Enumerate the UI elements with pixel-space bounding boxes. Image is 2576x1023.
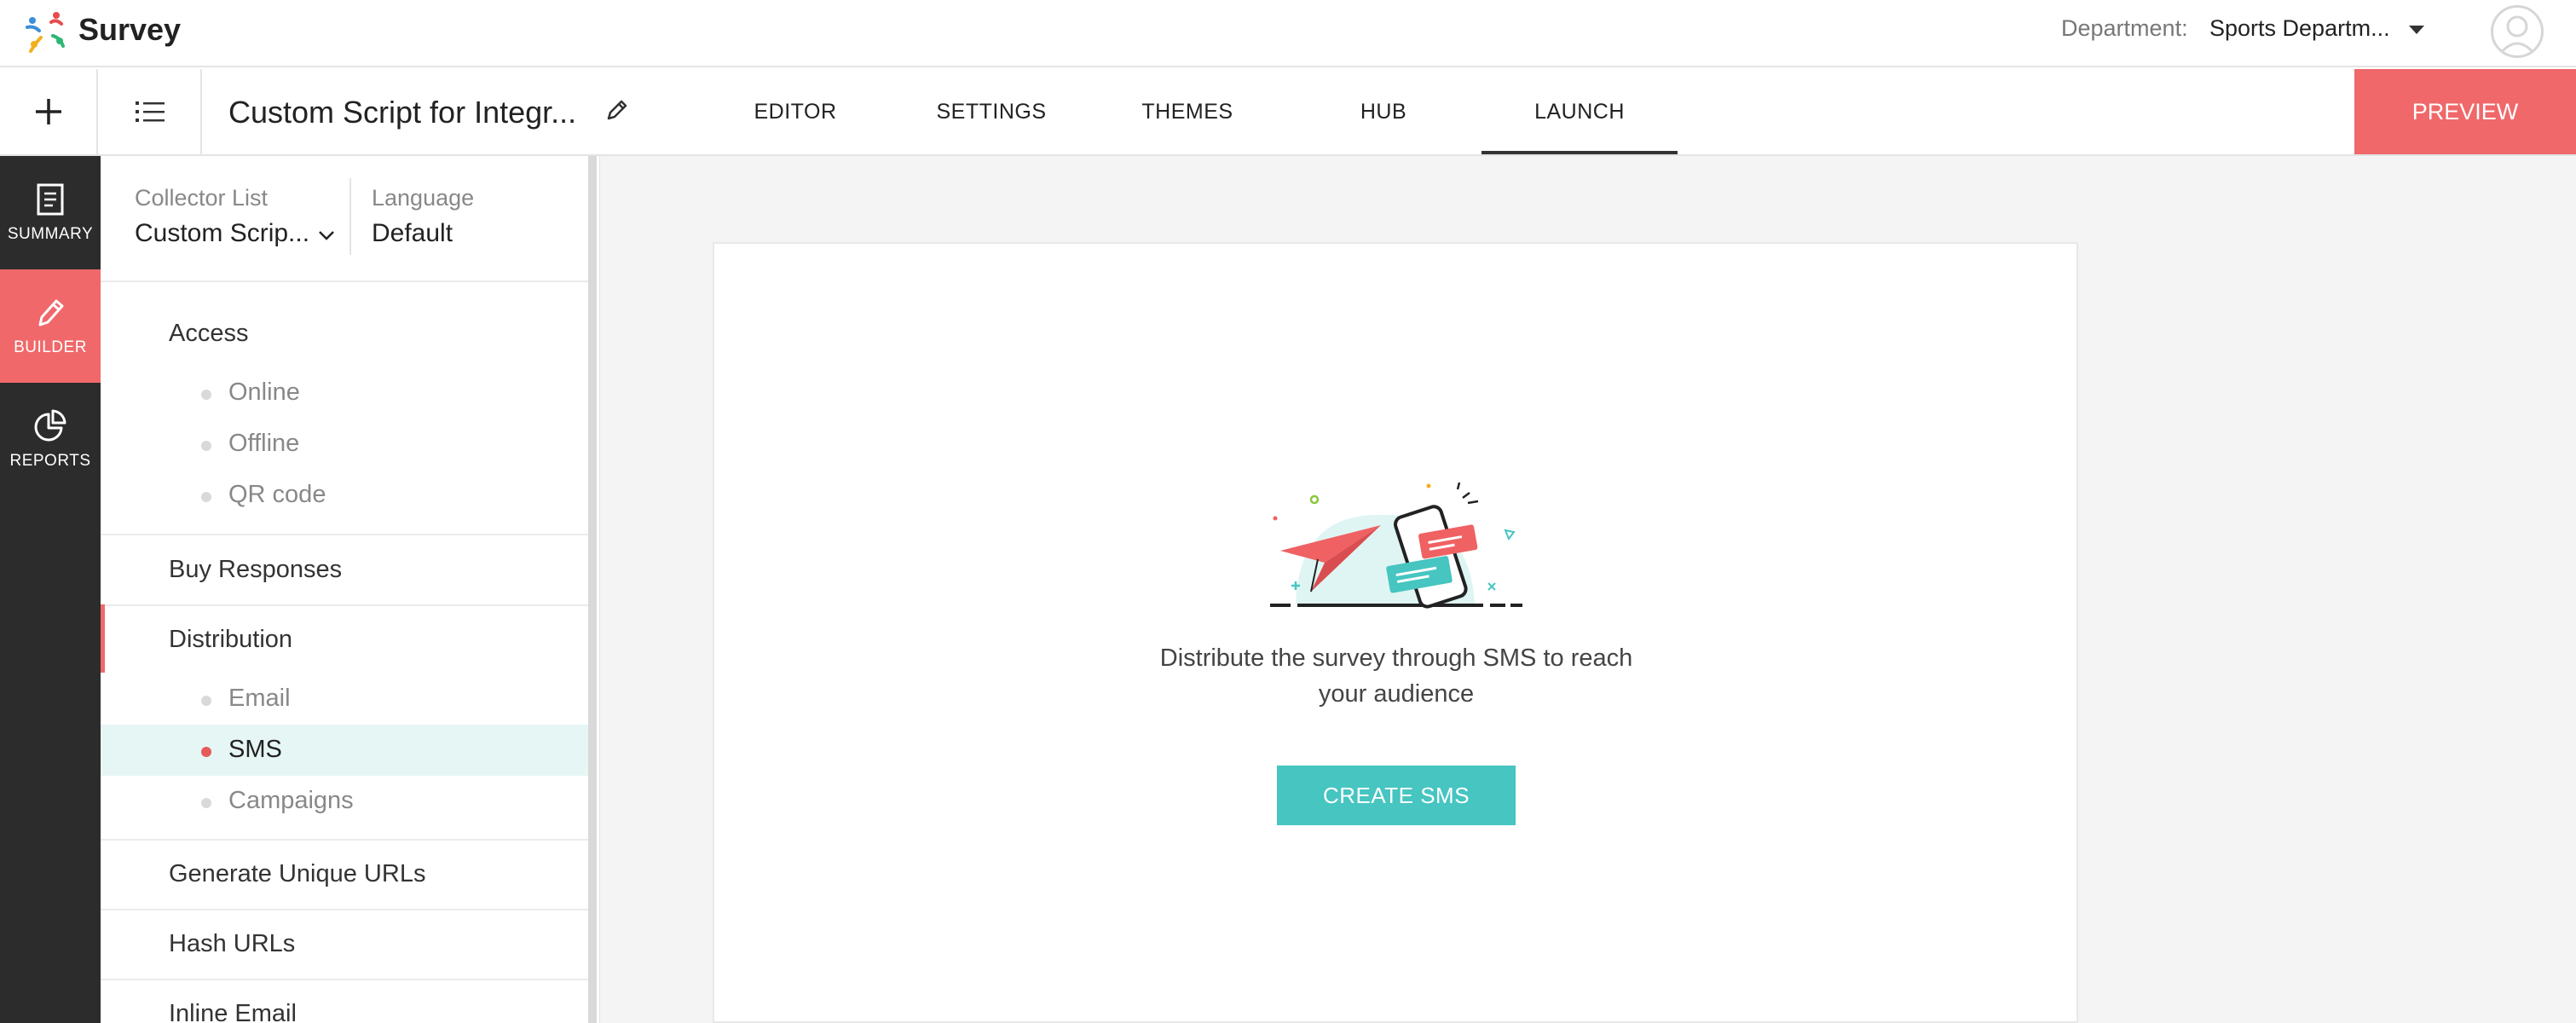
survey-toolbar: Custom Script for Integr... EDITOR SETTI… bbox=[0, 69, 2576, 156]
bullet-dot bbox=[201, 492, 211, 502]
add-survey-button[interactable] bbox=[0, 69, 98, 154]
sms-illustration bbox=[1270, 482, 1522, 609]
item-label: QR code bbox=[228, 481, 326, 508]
app-name: Survey bbox=[78, 12, 182, 47]
distribution-item-sms[interactable]: SMS bbox=[101, 725, 597, 776]
divider bbox=[349, 178, 351, 255]
tab-settings[interactable]: SETTINGS bbox=[927, 69, 1055, 154]
tab-hub[interactable]: HUB bbox=[1320, 69, 1447, 154]
rail-label: BUILDER bbox=[14, 338, 87, 356]
chevron-down-icon[interactable] bbox=[317, 229, 336, 241]
item-label: Campaigns bbox=[228, 787, 354, 814]
left-rail: SUMMARY BUILDER REPORTS bbox=[0, 156, 101, 1023]
pie-chart-icon bbox=[34, 409, 66, 441]
edit-title-icon[interactable] bbox=[604, 96, 631, 124]
rail-label: SUMMARY bbox=[7, 224, 94, 243]
summary-icon bbox=[37, 183, 64, 215]
tab-launch[interactable]: LAUNCH bbox=[1481, 69, 1678, 154]
top-bar: Survey Department: Sports Departm... bbox=[0, 0, 2576, 67]
tab-themes[interactable]: THEMES bbox=[1123, 69, 1251, 154]
distribution-item-campaigns[interactable]: Campaigns bbox=[101, 776, 588, 827]
rail-item-summary[interactable]: SUMMARY bbox=[0, 156, 101, 269]
empty-state-message: your audience bbox=[1318, 680, 1475, 708]
section-distribution[interactable]: Distribution bbox=[169, 626, 292, 654]
caret-down-icon[interactable] bbox=[2409, 26, 2424, 34]
section-buy-responses[interactable]: Buy Responses bbox=[169, 556, 342, 584]
department-label: Department: bbox=[2061, 15, 2188, 41]
rail-label: REPORTS bbox=[9, 451, 91, 470]
access-item-online[interactable]: Online bbox=[101, 367, 588, 419]
preview-button[interactable]: PREVIEW bbox=[2354, 69, 2576, 154]
rail-item-builder[interactable]: BUILDER bbox=[0, 269, 101, 383]
survey-logo-icon[interactable] bbox=[22, 7, 70, 55]
bullet-dot bbox=[201, 798, 211, 808]
survey-title: Custom Script for Integr... bbox=[228, 95, 577, 130]
avatar[interactable] bbox=[2491, 5, 2544, 58]
access-item-qr-code[interactable]: QR code bbox=[101, 470, 588, 521]
section-hash-urls[interactable]: Hash URLs bbox=[169, 930, 295, 958]
distribution-item-email[interactable]: Email bbox=[101, 673, 588, 725]
plus-icon bbox=[35, 99, 61, 124]
collector-list-label: Collector List bbox=[135, 185, 269, 211]
item-label: SMS bbox=[228, 736, 282, 763]
language-select[interactable]: Default bbox=[372, 219, 453, 248]
item-label: Offline bbox=[228, 430, 300, 457]
collector-panel: Collector List Custom Scrip... Language … bbox=[101, 156, 600, 1023]
bullet-dot bbox=[201, 441, 211, 451]
language-label: Language bbox=[372, 185, 475, 211]
survey-list-button[interactable] bbox=[100, 69, 202, 154]
department-select[interactable]: Sports Departm... bbox=[2209, 15, 2390, 42]
divider bbox=[101, 534, 588, 535]
divider bbox=[101, 909, 588, 910]
divider bbox=[101, 604, 588, 606]
bullet-dot bbox=[201, 747, 211, 757]
collector-list-select[interactable]: Custom Scrip... bbox=[135, 219, 309, 248]
active-section-marker bbox=[101, 604, 105, 673]
item-label: Email bbox=[228, 685, 291, 712]
bullet-dot bbox=[201, 390, 211, 400]
list-icon bbox=[136, 101, 165, 122]
section-inline-email[interactable]: Inline Email bbox=[169, 1000, 297, 1023]
bullet-dot bbox=[201, 696, 211, 706]
item-label: Online bbox=[228, 379, 300, 406]
section-access[interactable]: Access bbox=[169, 320, 248, 348]
panel-scrollbar[interactable] bbox=[588, 156, 597, 1023]
divider bbox=[101, 280, 588, 282]
rail-item-reports[interactable]: REPORTS bbox=[0, 383, 101, 496]
create-sms-button[interactable]: CREATE SMS bbox=[1277, 766, 1516, 825]
tab-editor[interactable]: EDITOR bbox=[731, 69, 859, 154]
pencil-icon bbox=[38, 299, 64, 326]
divider bbox=[101, 839, 588, 841]
divider bbox=[101, 979, 588, 980]
sms-card bbox=[713, 242, 2078, 1023]
empty-state-message: Distribute the survey through SMS to rea… bbox=[1159, 644, 1633, 672]
section-generate-unique-urls[interactable]: Generate Unique URLs bbox=[169, 860, 425, 888]
access-item-offline[interactable]: Offline bbox=[101, 419, 588, 470]
